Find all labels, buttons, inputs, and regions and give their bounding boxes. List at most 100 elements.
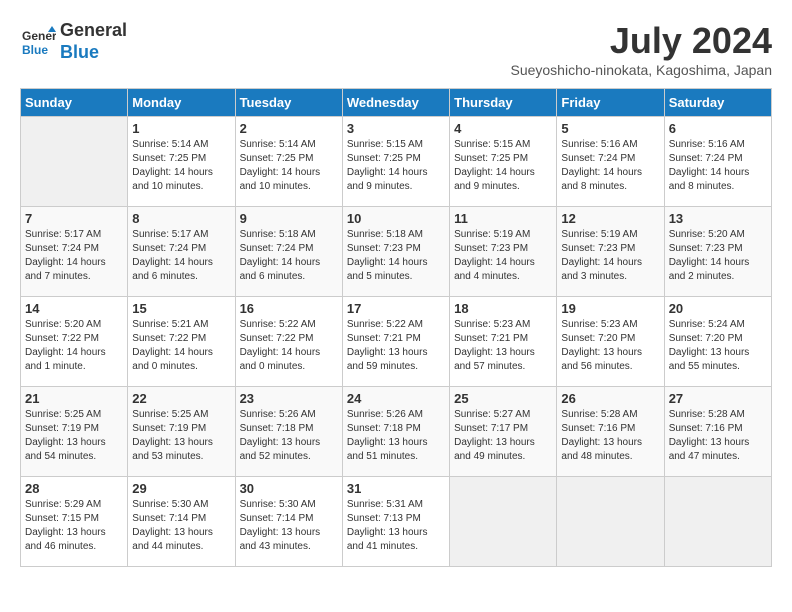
calendar-cell: 18 Sunrise: 5:23 AMSunset: 7:21 PMDaylig… bbox=[450, 297, 557, 387]
day-number: 14 bbox=[25, 301, 123, 316]
calendar-cell: 10 Sunrise: 5:18 AMSunset: 7:23 PMDaylig… bbox=[342, 207, 449, 297]
day-info: Sunrise: 5:27 AMSunset: 7:17 PMDaylight:… bbox=[454, 408, 552, 464]
calendar-week-3: 14 Sunrise: 5:20 AMSunset: 7:22 PMDaylig… bbox=[21, 297, 772, 387]
day-info: Sunrise: 5:26 AMSunset: 7:18 PMDaylight:… bbox=[240, 408, 338, 464]
calendar-cell: 3 Sunrise: 5:15 AMSunset: 7:25 PMDayligh… bbox=[342, 117, 449, 207]
day-number: 11 bbox=[454, 211, 552, 226]
calendar-cell: 17 Sunrise: 5:22 AMSunset: 7:21 PMDaylig… bbox=[342, 297, 449, 387]
day-info: Sunrise: 5:29 AMSunset: 7:15 PMDaylight:… bbox=[25, 498, 123, 554]
day-number: 10 bbox=[347, 211, 445, 226]
day-number: 23 bbox=[240, 391, 338, 406]
day-number: 30 bbox=[240, 481, 338, 496]
calendar-cell: 27 Sunrise: 5:28 AMSunset: 7:16 PMDaylig… bbox=[664, 387, 771, 477]
day-number: 19 bbox=[561, 301, 659, 316]
day-number: 3 bbox=[347, 121, 445, 136]
day-number: 16 bbox=[240, 301, 338, 316]
day-info: Sunrise: 5:20 AMSunset: 7:23 PMDaylight:… bbox=[669, 228, 767, 284]
day-number: 29 bbox=[132, 481, 230, 496]
calendar-cell: 31 Sunrise: 5:31 AMSunset: 7:13 PMDaylig… bbox=[342, 477, 449, 567]
calendar-cell bbox=[450, 477, 557, 567]
day-number: 22 bbox=[132, 391, 230, 406]
day-info: Sunrise: 5:18 AMSunset: 7:24 PMDaylight:… bbox=[240, 228, 338, 284]
calendar-cell: 30 Sunrise: 5:30 AMSunset: 7:14 PMDaylig… bbox=[235, 477, 342, 567]
day-number: 28 bbox=[25, 481, 123, 496]
day-info: Sunrise: 5:20 AMSunset: 7:22 PMDaylight:… bbox=[25, 318, 123, 374]
calendar-cell: 13 Sunrise: 5:20 AMSunset: 7:23 PMDaylig… bbox=[664, 207, 771, 297]
calendar-cell: 12 Sunrise: 5:19 AMSunset: 7:23 PMDaylig… bbox=[557, 207, 664, 297]
day-number: 24 bbox=[347, 391, 445, 406]
calendar-cell: 5 Sunrise: 5:16 AMSunset: 7:24 PMDayligh… bbox=[557, 117, 664, 207]
day-number: 6 bbox=[669, 121, 767, 136]
calendar-cell bbox=[664, 477, 771, 567]
calendar-table: SundayMondayTuesdayWednesdayThursdayFrid… bbox=[20, 88, 772, 567]
day-info: Sunrise: 5:25 AMSunset: 7:19 PMDaylight:… bbox=[132, 408, 230, 464]
day-number: 8 bbox=[132, 211, 230, 226]
day-info: Sunrise: 5:22 AMSunset: 7:22 PMDaylight:… bbox=[240, 318, 338, 374]
calendar-cell bbox=[557, 477, 664, 567]
day-info: Sunrise: 5:19 AMSunset: 7:23 PMDaylight:… bbox=[561, 228, 659, 284]
day-number: 25 bbox=[454, 391, 552, 406]
day-number: 5 bbox=[561, 121, 659, 136]
day-number: 13 bbox=[669, 211, 767, 226]
calendar-cell: 26 Sunrise: 5:28 AMSunset: 7:16 PMDaylig… bbox=[557, 387, 664, 477]
calendar-cell: 25 Sunrise: 5:27 AMSunset: 7:17 PMDaylig… bbox=[450, 387, 557, 477]
day-info: Sunrise: 5:30 AMSunset: 7:14 PMDaylight:… bbox=[240, 498, 338, 554]
day-info: Sunrise: 5:17 AMSunset: 7:24 PMDaylight:… bbox=[25, 228, 123, 284]
day-info: Sunrise: 5:31 AMSunset: 7:13 PMDaylight:… bbox=[347, 498, 445, 554]
svg-text:Blue: Blue bbox=[22, 43, 48, 57]
calendar-cell: 2 Sunrise: 5:14 AMSunset: 7:25 PMDayligh… bbox=[235, 117, 342, 207]
day-number: 4 bbox=[454, 121, 552, 136]
weekday-header-thursday: Thursday bbox=[450, 89, 557, 117]
logo-icon: General Blue bbox=[20, 24, 56, 60]
day-info: Sunrise: 5:14 AMSunset: 7:25 PMDaylight:… bbox=[240, 138, 338, 194]
day-number: 17 bbox=[347, 301, 445, 316]
calendar-cell: 16 Sunrise: 5:22 AMSunset: 7:22 PMDaylig… bbox=[235, 297, 342, 387]
calendar-cell: 29 Sunrise: 5:30 AMSunset: 7:14 PMDaylig… bbox=[128, 477, 235, 567]
day-info: Sunrise: 5:21 AMSunset: 7:22 PMDaylight:… bbox=[132, 318, 230, 374]
day-info: Sunrise: 5:26 AMSunset: 7:18 PMDaylight:… bbox=[347, 408, 445, 464]
calendar-week-2: 7 Sunrise: 5:17 AMSunset: 7:24 PMDayligh… bbox=[21, 207, 772, 297]
day-number: 31 bbox=[347, 481, 445, 496]
calendar-cell: 19 Sunrise: 5:23 AMSunset: 7:20 PMDaylig… bbox=[557, 297, 664, 387]
calendar-week-4: 21 Sunrise: 5:25 AMSunset: 7:19 PMDaylig… bbox=[21, 387, 772, 477]
day-number: 1 bbox=[132, 121, 230, 136]
calendar-cell bbox=[21, 117, 128, 207]
calendar-cell: 20 Sunrise: 5:24 AMSunset: 7:20 PMDaylig… bbox=[664, 297, 771, 387]
title-block: July 2024 Sueyoshicho-ninokata, Kagoshim… bbox=[510, 20, 772, 78]
calendar-cell: 11 Sunrise: 5:19 AMSunset: 7:23 PMDaylig… bbox=[450, 207, 557, 297]
day-info: Sunrise: 5:22 AMSunset: 7:21 PMDaylight:… bbox=[347, 318, 445, 374]
calendar-cell: 8 Sunrise: 5:17 AMSunset: 7:24 PMDayligh… bbox=[128, 207, 235, 297]
day-number: 27 bbox=[669, 391, 767, 406]
day-info: Sunrise: 5:28 AMSunset: 7:16 PMDaylight:… bbox=[561, 408, 659, 464]
calendar-week-5: 28 Sunrise: 5:29 AMSunset: 7:15 PMDaylig… bbox=[21, 477, 772, 567]
page-header: General Blue General Blue July 2024 Suey… bbox=[20, 20, 772, 78]
calendar-cell: 9 Sunrise: 5:18 AMSunset: 7:24 PMDayligh… bbox=[235, 207, 342, 297]
day-number: 26 bbox=[561, 391, 659, 406]
calendar-cell: 22 Sunrise: 5:25 AMSunset: 7:19 PMDaylig… bbox=[128, 387, 235, 477]
day-info: Sunrise: 5:30 AMSunset: 7:14 PMDaylight:… bbox=[132, 498, 230, 554]
day-info: Sunrise: 5:16 AMSunset: 7:24 PMDaylight:… bbox=[669, 138, 767, 194]
day-info: Sunrise: 5:19 AMSunset: 7:23 PMDaylight:… bbox=[454, 228, 552, 284]
calendar-cell: 14 Sunrise: 5:20 AMSunset: 7:22 PMDaylig… bbox=[21, 297, 128, 387]
weekday-header-saturday: Saturday bbox=[664, 89, 771, 117]
day-info: Sunrise: 5:15 AMSunset: 7:25 PMDaylight:… bbox=[347, 138, 445, 194]
calendar-cell: 15 Sunrise: 5:21 AMSunset: 7:22 PMDaylig… bbox=[128, 297, 235, 387]
day-number: 2 bbox=[240, 121, 338, 136]
day-info: Sunrise: 5:24 AMSunset: 7:20 PMDaylight:… bbox=[669, 318, 767, 374]
day-info: Sunrise: 5:25 AMSunset: 7:19 PMDaylight:… bbox=[25, 408, 123, 464]
day-info: Sunrise: 5:23 AMSunset: 7:20 PMDaylight:… bbox=[561, 318, 659, 374]
day-info: Sunrise: 5:17 AMSunset: 7:24 PMDaylight:… bbox=[132, 228, 230, 284]
weekday-header-row: SundayMondayTuesdayWednesdayThursdayFrid… bbox=[21, 89, 772, 117]
weekday-header-wednesday: Wednesday bbox=[342, 89, 449, 117]
calendar-cell: 21 Sunrise: 5:25 AMSunset: 7:19 PMDaylig… bbox=[21, 387, 128, 477]
calendar-cell: 4 Sunrise: 5:15 AMSunset: 7:25 PMDayligh… bbox=[450, 117, 557, 207]
calendar-cell: 23 Sunrise: 5:26 AMSunset: 7:18 PMDaylig… bbox=[235, 387, 342, 477]
day-number: 21 bbox=[25, 391, 123, 406]
month-title: July 2024 bbox=[510, 20, 772, 62]
calendar-cell: 7 Sunrise: 5:17 AMSunset: 7:24 PMDayligh… bbox=[21, 207, 128, 297]
day-number: 18 bbox=[454, 301, 552, 316]
day-number: 15 bbox=[132, 301, 230, 316]
day-info: Sunrise: 5:15 AMSunset: 7:25 PMDaylight:… bbox=[454, 138, 552, 194]
calendar-cell: 1 Sunrise: 5:14 AMSunset: 7:25 PMDayligh… bbox=[128, 117, 235, 207]
logo-text: General Blue bbox=[60, 20, 127, 63]
